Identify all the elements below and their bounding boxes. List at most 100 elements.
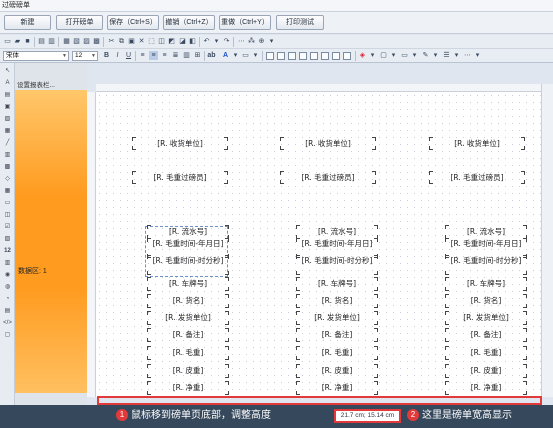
justify-icon[interactable]: ≣	[171, 51, 180, 60]
field-sender-1[interactable]: [R. 发货单位]	[147, 311, 229, 325]
checkbox-tool-icon[interactable]: ☑	[3, 223, 12, 231]
open-folder-icon[interactable]: ▰	[13, 37, 22, 46]
field-remark-3[interactable]: [R. 备注]	[445, 328, 527, 342]
grid-icon[interactable]: ⋯	[237, 37, 246, 46]
new-button[interactable]: 新建	[4, 15, 51, 30]
page-add-icon[interactable]: ▨	[82, 37, 91, 46]
field-sender-2[interactable]: [R. 发货单位]	[296, 311, 378, 325]
page-delete-icon[interactable]: ▩	[92, 37, 101, 46]
field-gross-1[interactable]: [R. 毛重]	[147, 346, 229, 360]
field-goods-1[interactable]: [R. 货名]	[147, 294, 229, 308]
number-tool-icon[interactable]: 12	[3, 247, 12, 255]
chevron-down-icon[interactable]: ▾	[389, 51, 398, 60]
chevron-down-icon[interactable]: ▾	[452, 51, 461, 60]
field-net-1[interactable]: [R. 净重]	[147, 381, 229, 395]
undo-button[interactable]: 撤销（Ctrl+Z）	[163, 15, 215, 30]
align-center-icon[interactable]: ≡	[149, 51, 158, 60]
field-weigher-3[interactable]: [R. 毛重过磅员]	[429, 171, 525, 184]
font-color-icon[interactable]: A	[221, 51, 230, 60]
send-back-icon[interactable]: ◧	[188, 37, 197, 46]
field-plate-3[interactable]: [R. 车牌号]	[445, 277, 527, 291]
align-grid-icon[interactable]: ⁂	[247, 37, 256, 46]
band-tool-icon[interactable]: ▤	[3, 91, 12, 99]
shape-tool-icon[interactable]: ◇	[3, 175, 12, 183]
field-date-3[interactable]: [R. 毛重时间-年月日]	[445, 238, 527, 258]
field-tare-3[interactable]: [R. 皮重]	[445, 364, 527, 378]
print-icon[interactable]: ▤	[37, 37, 46, 46]
save-button[interactable]: 保存（Ctrl+S）	[107, 15, 159, 30]
frame-none-icon[interactable]	[266, 52, 274, 60]
cut-icon[interactable]: ✂	[107, 37, 116, 46]
undo-icon[interactable]: ↶	[202, 37, 211, 46]
align-left-icon[interactable]: ≡	[138, 51, 147, 60]
map-tool-icon[interactable]: ◉	[3, 271, 12, 279]
field-tare-1[interactable]: [R. 皮重]	[147, 364, 229, 378]
chart-tool-icon[interactable]: ▩	[3, 163, 12, 171]
frame-left-icon[interactable]	[310, 52, 318, 60]
table-tool-icon[interactable]: ▦	[3, 187, 12, 195]
chevron-down-icon[interactable]: ▾	[473, 51, 482, 60]
delete-icon[interactable]: ✕	[137, 37, 146, 46]
chevron-down-icon[interactable]: ▾	[267, 37, 276, 46]
chevron-down-icon[interactable]: ▾	[231, 51, 240, 60]
field-plate-2[interactable]: [R. 车牌号]	[296, 277, 378, 291]
field-goods-3[interactable]: [R. 货名]	[445, 294, 527, 308]
field-date-2[interactable]: [R. 毛重时间-年月日]	[296, 238, 378, 258]
frame-all-icon[interactable]	[277, 52, 285, 60]
paste-icon[interactable]: ▣	[127, 37, 136, 46]
print-test-button[interactable]: 打印测试	[276, 15, 324, 30]
field-time-3[interactable]: [R. 毛重时间-时分秒]	[445, 255, 527, 275]
frame-top-icon[interactable]	[288, 52, 296, 60]
font-name-select[interactable]: 宋体 ▼	[3, 51, 69, 61]
field-net-2[interactable]: [R. 净重]	[296, 381, 378, 395]
barcode-icon[interactable]: ▥	[3, 259, 12, 267]
report-options-icon[interactable]: ▧	[72, 37, 81, 46]
field-time-2[interactable]: [R. 毛重时间-时分秒]	[296, 255, 378, 275]
dialog-tool-icon[interactable]: ▢	[3, 331, 12, 339]
field-serial-1[interactable]: [R. 流水号]	[147, 225, 229, 239]
chevron-down-icon[interactable]: ▾	[251, 51, 260, 60]
align-right-icon[interactable]: ≡	[160, 51, 169, 60]
font-size-select[interactable]: 12 ▼	[72, 51, 98, 61]
rich-text-icon[interactable]: ◫	[3, 211, 12, 219]
field-weigher-1[interactable]: [R. 毛重过磅员]	[132, 171, 228, 184]
frame-color-icon[interactable]: ▢	[379, 51, 388, 60]
underline-icon[interactable]: U	[124, 51, 133, 60]
line-tool-icon[interactable]: ╱	[3, 139, 12, 147]
copy-icon[interactable]: ⧉	[117, 37, 126, 46]
field-time-1[interactable]: [R. 毛重时间-时分秒]	[147, 255, 229, 275]
vertical-scrollbar[interactable]	[541, 84, 553, 397]
text-tool-icon[interactable]: A	[3, 79, 12, 87]
field-receiver-2[interactable]: [R. 收货单位]	[280, 137, 376, 150]
field-receiver-1[interactable]: [R. 收货单位]	[132, 137, 228, 150]
select-all-icon[interactable]: ⬚	[147, 37, 156, 46]
open-button[interactable]: 打开磅单	[56, 15, 103, 30]
chevron-down-icon[interactable]: ▾	[212, 37, 221, 46]
field-tare-2[interactable]: [R. 皮重]	[296, 364, 378, 378]
frame-inner-icon[interactable]	[343, 52, 351, 60]
field-receiver-3[interactable]: [R. 收货单位]	[429, 137, 525, 150]
field-goods-2[interactable]: [R. 货名]	[296, 294, 378, 308]
highlight-icon[interactable]: ab	[207, 51, 216, 60]
fill-color-icon[interactable]: ◈	[358, 51, 367, 60]
style-icon[interactable]: ▭	[241, 51, 250, 60]
ungroup-icon[interactable]: ◩	[167, 37, 176, 46]
line-style-icon[interactable]: ▭	[400, 51, 409, 60]
italic-icon[interactable]: I	[113, 51, 122, 60]
field-sender-3[interactable]: [R. 发货单位]	[445, 311, 527, 325]
field-gross-3[interactable]: [R. 毛重]	[445, 346, 527, 360]
save-icon[interactable]: ■	[23, 37, 32, 46]
pen-color-icon[interactable]: ✎	[421, 51, 430, 60]
preview-icon[interactable]: ▥	[47, 37, 56, 46]
field-gross-2[interactable]: [R. 毛重]	[296, 346, 378, 360]
gauge-icon[interactable]: ◔	[3, 295, 12, 303]
redo-icon[interactable]: ↷	[222, 37, 231, 46]
chevron-down-icon[interactable]: ▾	[410, 51, 419, 60]
new-file-icon[interactable]: ▭	[3, 37, 12, 46]
field-weigher-2[interactable]: [R. 毛重过磅员]	[280, 171, 376, 184]
field-plate-1[interactable]: [R. 车牌号]	[147, 277, 229, 291]
globe-icon[interactable]: ◍	[3, 283, 12, 291]
page-setup-icon[interactable]: ▦	[62, 37, 71, 46]
html-tool-icon[interactable]: </>	[3, 319, 12, 327]
zoom-icon[interactable]: ⊕	[257, 37, 266, 46]
